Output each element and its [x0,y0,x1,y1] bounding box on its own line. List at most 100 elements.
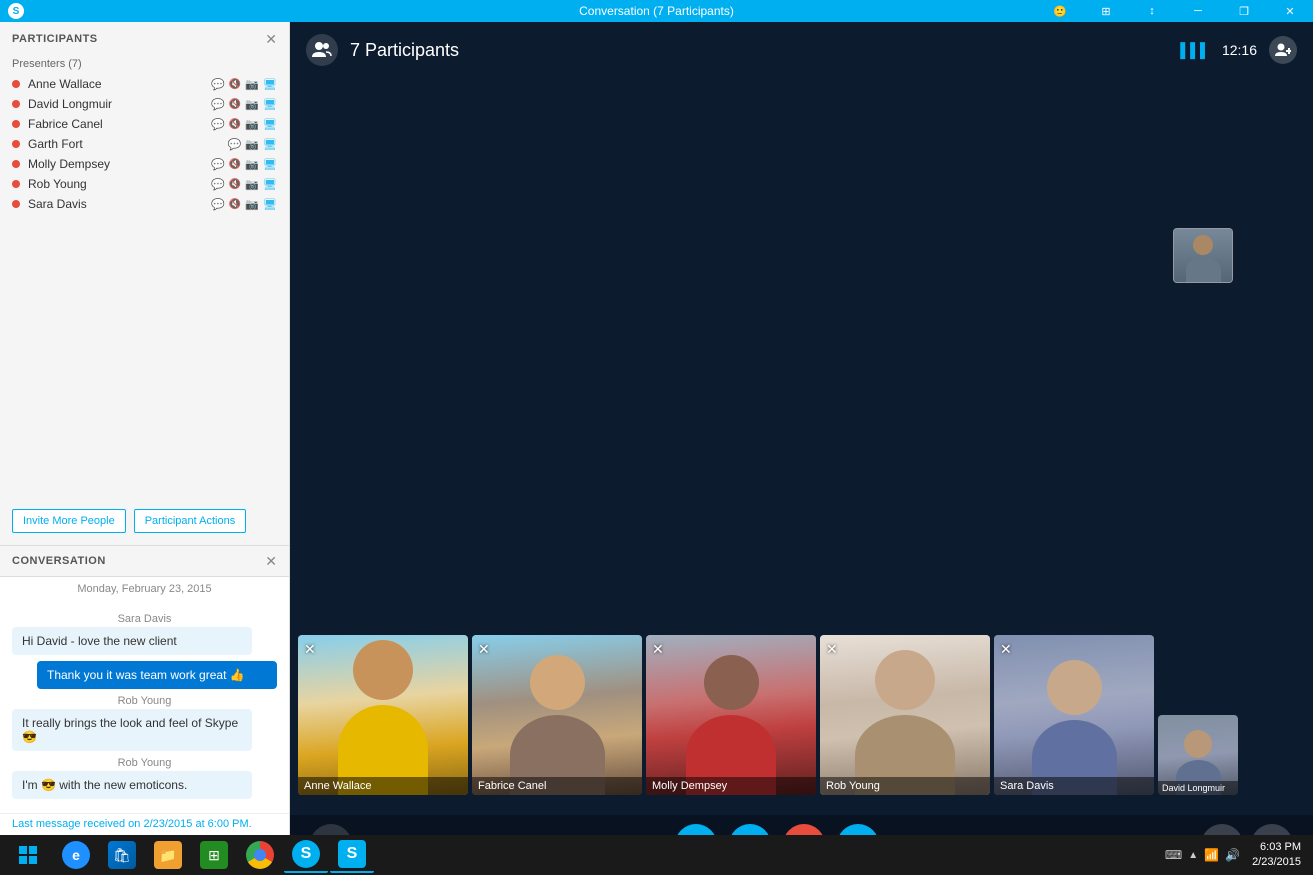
snap-btn[interactable]: ↕ [1129,0,1175,22]
participant-icons: 💬 📷 🖥 [228,138,277,151]
participant-icons: 💬 🔇 📷 🖥 [211,98,277,111]
chat-sender-sara: Sara Davis [12,613,277,625]
participant-row: Fabrice Canel 💬 🔇 📷 🖥 [0,114,289,134]
mute-indicator-sara: ✕ [1000,641,1012,658]
participant-dot [12,80,20,88]
taskbar: e 🛍 📁 ⊞ S S ⌨ ▲ 📶 🔊 6:03 PM 2/23/2015 [0,835,1313,875]
video-tile-sara: ✕ Sara Davis [994,635,1154,795]
chat-bubble-self: Thank you it was team work great 👍 [37,661,277,689]
layout-btn[interactable]: ⊞ [1083,0,1129,22]
participant-dot [12,160,20,168]
chat-icon: 💬 [211,198,225,211]
minimize-btn[interactable]: ─ [1175,0,1221,22]
participants-count-title: 7 Participants [350,40,459,61]
taskbar-item-ie[interactable]: e [54,837,98,873]
mute-indicator-molly: ✕ [652,641,664,658]
monitor-icon: 🖥 [263,198,277,211]
chat-sender-rob2: Rob Young [12,757,277,769]
taskbar-system-icons: ⌨ ▲ 📶 🔊 [1157,848,1248,862]
participant-name-molly: Molly Dempsey [28,157,211,171]
taskbar-item-chrome[interactable] [238,837,282,873]
mute-indicator-fabrice: ✕ [478,641,490,658]
taskbar-item-skype[interactable]: S [284,837,328,873]
participant-icons: 💬 🔇 📷 🖥 [211,198,277,211]
video-tile-name-anne: Anne Wallace [298,777,468,795]
participant-icons: 💬 🔇 📷 🖥 [211,158,277,171]
taskbar-item-store[interactable]: 🛍 [100,837,144,873]
chat-messages: Sara Davis Hi David - love the new clien… [0,599,289,813]
participants-title: PARTICIPANTS [12,33,98,45]
participant-icons: 💬 🔇 📷 🖥 [211,118,277,131]
participant-name: David Longmuir [28,97,211,111]
expand-tray-icon[interactable]: ▲ [1188,850,1198,861]
add-participant-button[interactable] [1269,36,1297,64]
video-tile-name-sara: Sara Davis [994,777,1154,795]
cam-icon: 📷 [245,178,259,191]
start-button[interactable] [4,837,52,873]
mute-icon: 🔇 [229,79,241,90]
window-controls: 🙂 ⊞ ↕ ─ ❐ ✕ [1037,0,1313,22]
cam-icon: 📷 [245,118,259,131]
chat-icon: 💬 [211,98,225,111]
participant-icons: 💬 🔇 📷 🖥 [211,78,277,91]
cam-icon: 📷 [245,158,259,171]
participant-dot [12,100,20,108]
participant-row: Sara Davis 💬 🔇 📷 🖥 [0,194,289,214]
cam-icon: 📷 [245,78,259,91]
taskbar-item-skype2[interactable]: S [330,837,374,873]
chat-sender-rob: Rob Young [12,695,277,707]
participant-row: Molly Dempsey 💬 🔇 📷 🖥 [0,154,289,174]
participant-actions-button[interactable]: Participant Actions [134,509,247,533]
emoji-btn[interactable]: 🙂 [1037,0,1083,22]
close-participants-btn[interactable]: ✕ [265,32,277,46]
mute-icon: 🔇 [229,199,241,210]
participant-name-rob: Rob Young [28,177,211,191]
chat-icon: 💬 [211,158,225,171]
mute-indicator-anne: ✕ [304,641,316,658]
video-header-right: ▌▌▌ 12:16 [1180,36,1297,64]
cam-icon: 📷 [245,198,259,211]
conversation-title: CONVERSATION [12,555,106,567]
mute-icon: 🔇 [229,179,241,190]
chat-icon: 💬 [211,118,225,131]
invite-more-people-button[interactable]: Invite More People [12,509,126,533]
volume-icon: 🔊 [1225,848,1240,862]
network-icon: 📶 [1204,848,1219,862]
monitor-icon: 🖥 [263,98,277,111]
taskbar-item-app4[interactable]: ⊞ [192,837,236,873]
participant-dot [12,180,20,188]
left-panel: PARTICIPANTS ✕ Presenters (7) Anne Walla… [0,22,290,875]
taskbar-item-files[interactable]: 📁 [146,837,190,873]
mute-indicator-rob: ✕ [826,641,838,658]
clock-time: 6:03 PM [1252,840,1301,855]
invite-actions-bar: Invite More People Participant Actions [0,497,289,545]
chat-icon: 💬 [211,78,225,91]
participants-icon [306,34,338,66]
time-display: 12:16 [1222,42,1257,58]
video-tile-name-david: David Longmuir [1158,781,1238,795]
video-tile-name-rob: Rob Young [820,777,990,795]
monitor-icon: 🖥 [263,78,277,91]
participants-header: PARTICIPANTS ✕ [0,22,289,54]
participant-name: Garth Fort [28,137,228,151]
monitor-icon: 🖥 [263,178,277,191]
clock-date: 2/23/2015 [1252,855,1301,870]
close-btn[interactable]: ✕ [1267,0,1313,22]
restore-btn[interactable]: ❐ [1221,0,1267,22]
participant-row: Anne Wallace 💬 🔇 📷 🖥 [0,74,289,94]
participant-name: Fabrice Canel [28,117,211,131]
chat-icon: 💬 [211,178,225,191]
close-conversation-btn[interactable]: ✕ [265,554,277,568]
mute-icon: 🔇 [229,159,241,170]
chat-bubble-rob2: I'm 😎 with the new emoticons. [12,771,252,799]
signal-bars: ▌▌▌ [1180,42,1210,58]
participant-row: David Longmuir 💬 🔇 📷 🖥 [0,94,289,114]
taskbar-clock: 6:03 PM 2/23/2015 [1252,840,1301,871]
video-tile-anne: ✕ Anne Wallace [298,635,468,795]
main-container: PARTICIPANTS ✕ Presenters (7) Anne Walla… [0,22,1313,875]
video-tile-david-small: David Longmuir [1158,715,1238,795]
video-main: ✕ Anne Wallace ✕ Fabrice Canel [290,78,1313,815]
taskbar-right: ⌨ ▲ 📶 🔊 6:03 PM 2/23/2015 [1157,840,1309,871]
presenters-label: Presenters (7) [0,54,289,74]
conversation-section: CONVERSATION ✕ Monday, February 23, 2015… [0,545,289,875]
